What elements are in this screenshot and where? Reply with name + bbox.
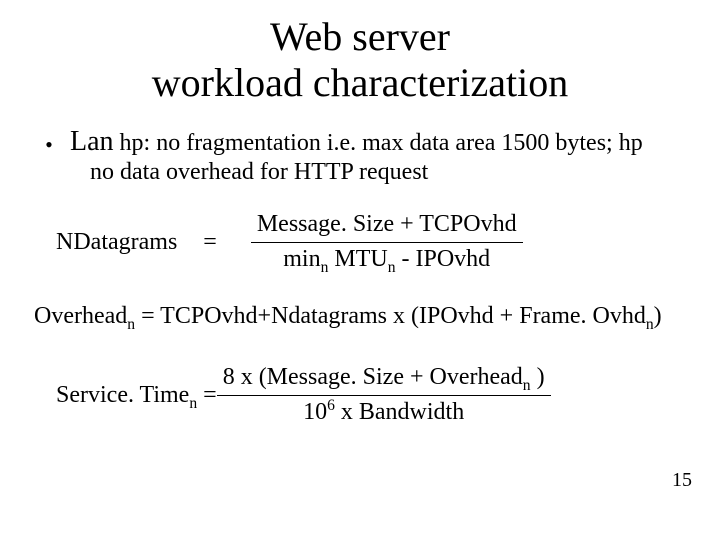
bullet-1: • Lan hp: no fragmentation i.e. max data…	[40, 124, 690, 187]
title-line2: workload characterization	[152, 60, 568, 105]
eq1-fraction: Message. Size + TCPOvhd minn MTUn - IPOv…	[251, 211, 523, 273]
equation-ndatagrams: NDatagrams = Message. Size + TCPOvhd min…	[30, 211, 690, 273]
eq3-numerator: 8 x (Message. Size + Overheadn )	[217, 364, 551, 392]
bullet-lead: Lan	[70, 126, 114, 157]
eq3-fraction: 8 x (Message. Size + Overheadn ) 106 x B…	[217, 364, 551, 426]
slide: Web server workload characterization • L…	[0, 0, 720, 540]
eq1-numerator: Message. Size + TCPOvhd	[251, 211, 523, 239]
eq1-lhs: NDatagrams	[56, 229, 177, 256]
eq3-lhs: Service. Timen =	[56, 382, 217, 409]
slide-title: Web server workload characterization	[30, 14, 690, 106]
bullet-dot-icon: •	[40, 131, 58, 159]
title-line1: Web server	[270, 14, 450, 59]
page-number: 15	[672, 469, 692, 492]
equation-service-time: Service. Timen = 8 x (Message. Size + Ov…	[30, 364, 690, 426]
equation-overhead: Overheadn = TCPOvhd+Ndatagrams x (IPOvhd…	[34, 303, 690, 330]
eq1-equals: =	[203, 229, 217, 256]
fraction-bar-icon	[217, 395, 551, 396]
bullet-tail: hp: no fragmentation i.e. max data area …	[114, 130, 643, 156]
fraction-bar-icon	[251, 242, 523, 243]
bullet-line2: no data overhead for HTTP request	[90, 157, 690, 187]
eq1-denominator: minn MTUn - IPOvhd	[277, 246, 496, 274]
eq3-denominator: 106 x Bandwidth	[297, 399, 470, 427]
